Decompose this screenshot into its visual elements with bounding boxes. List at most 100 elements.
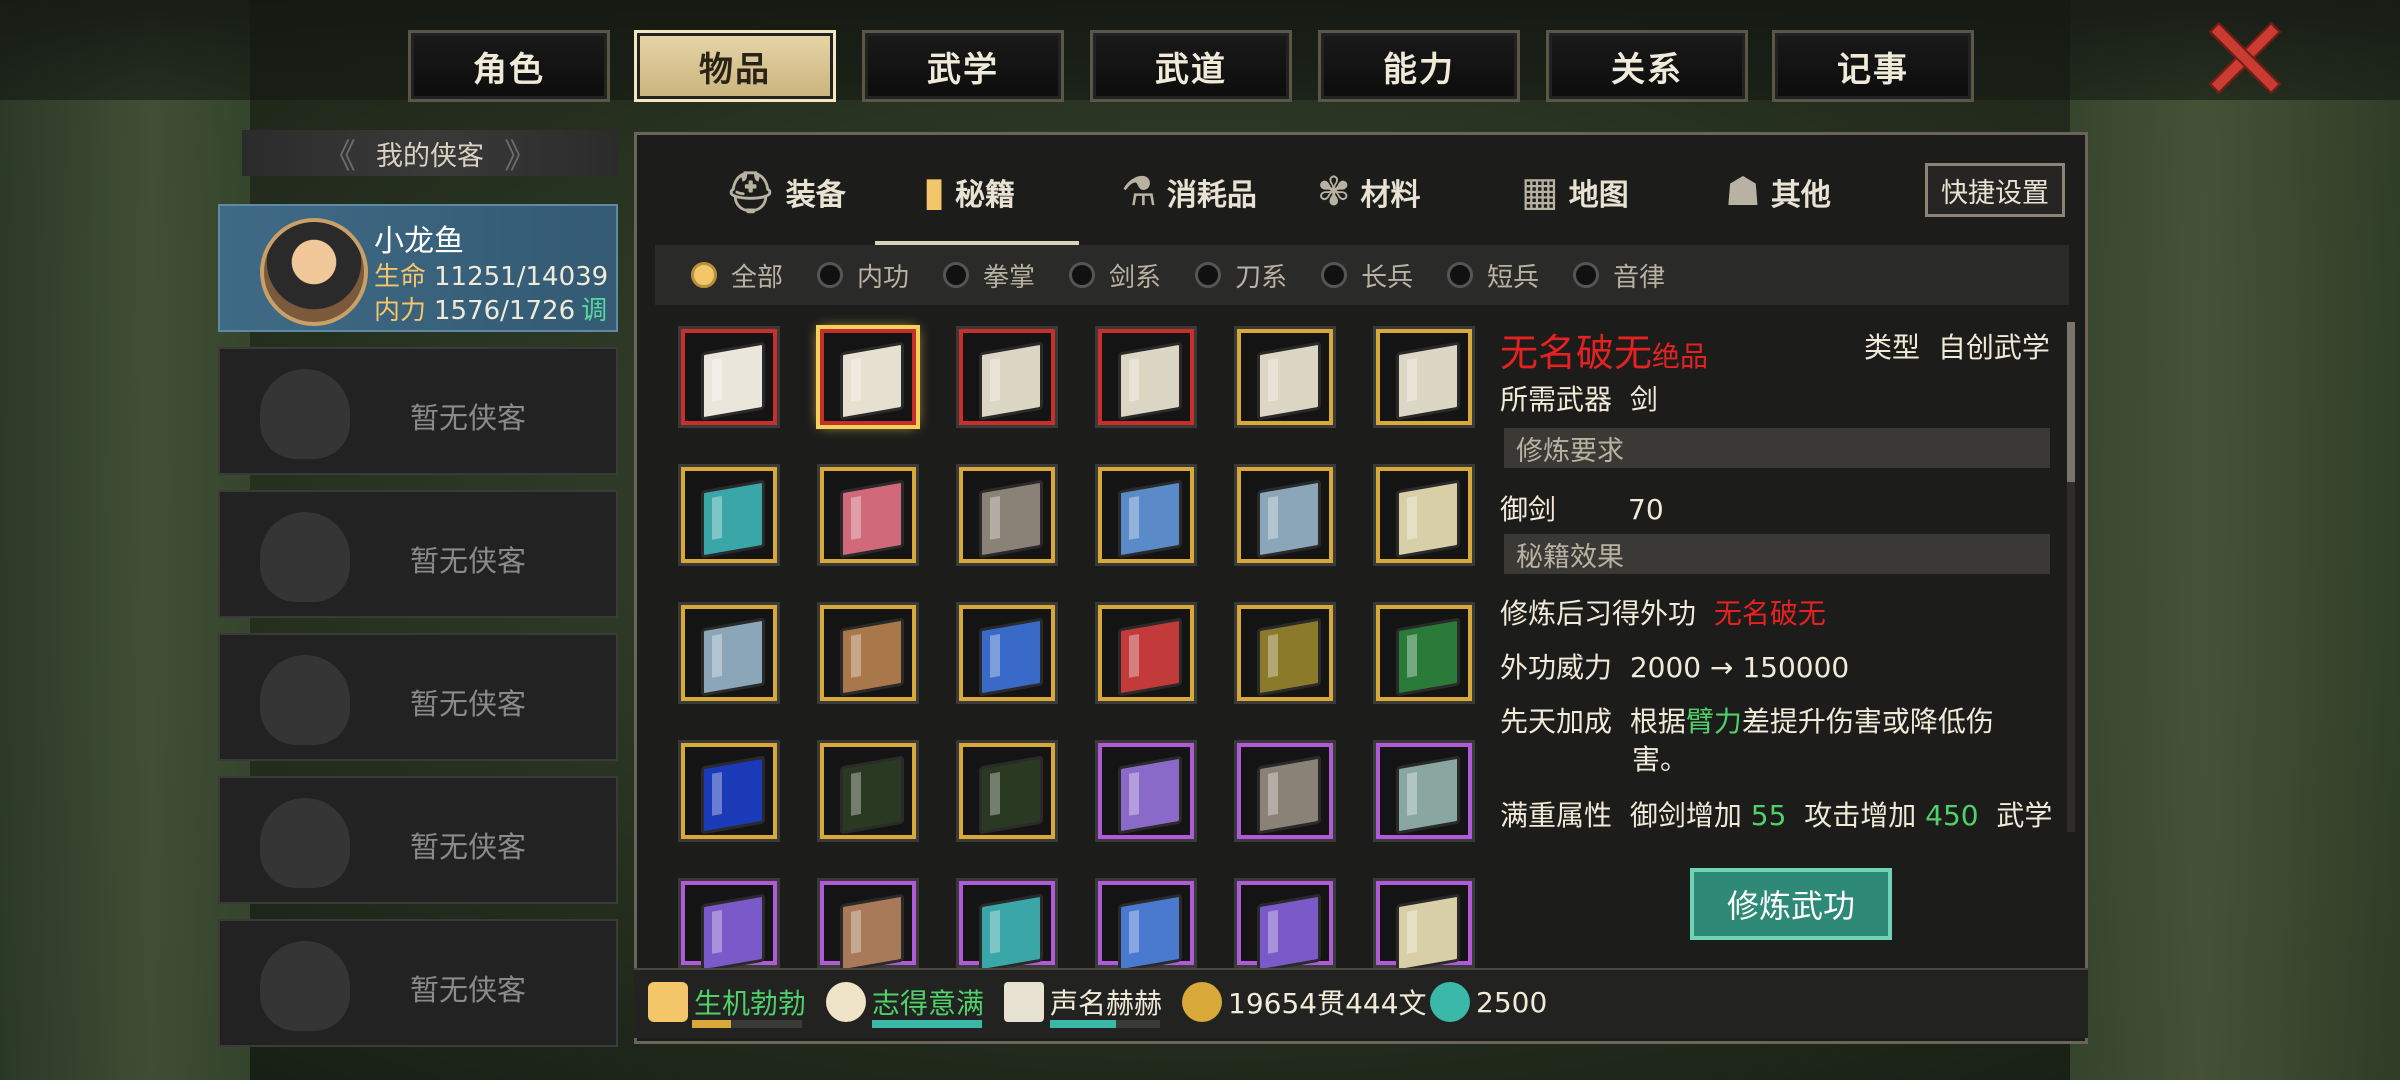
vitality-bar (692, 1020, 802, 1028)
tab-character[interactable]: 角色 (408, 30, 610, 102)
full-a-value: 55 (1750, 799, 1787, 832)
inventory-slot[interactable] (1098, 605, 1194, 701)
gem-status: 2500 (1430, 982, 1547, 1022)
category-equipment[interactable]: ⛑ 装备 (725, 157, 846, 227)
quick-settings-button[interactable]: 快捷设置 (1925, 163, 2065, 217)
inventory-slot[interactable] (820, 881, 916, 973)
inventory-slot[interactable] (820, 467, 916, 563)
inventory-slot[interactable] (1237, 329, 1333, 425)
full-label: 满重属性 (1500, 799, 1613, 832)
learn-label: 修炼后习得外功 (1500, 597, 1697, 630)
inventory-slot[interactable] (681, 329, 777, 425)
filter-short-weapon[interactable]: 短兵 (1447, 257, 1539, 294)
inventory-slot[interactable] (681, 743, 777, 839)
inventory-slot[interactable] (820, 743, 916, 839)
tab-journal[interactable]: 记事 (1772, 30, 1974, 102)
inventory-slot[interactable] (1376, 467, 1472, 563)
face-icon (826, 982, 866, 1022)
inventory-slot[interactable] (1376, 881, 1472, 973)
tab-relations[interactable]: 关系 (1546, 30, 1748, 102)
manual-book-icon (979, 755, 1043, 835)
hero-card-empty[interactable]: 暂无侠客 (218, 347, 618, 475)
inventory-slot[interactable] (820, 605, 916, 701)
hero-card-active[interactable]: 小龙鱼 生命 11251/14039 内力 1576/1726 调 (218, 204, 618, 332)
hero-card-empty[interactable]: 暂无侠客 (218, 490, 618, 618)
filter-fist[interactable]: 拳掌 (943, 257, 1035, 294)
inventory-slot[interactable] (1098, 743, 1194, 839)
learn-value: 无名破无 (1713, 597, 1826, 630)
inventory-slot[interactable] (820, 329, 916, 425)
train-martial-art-button[interactable]: 修炼武功 (1690, 868, 1892, 940)
inventory-slot[interactable] (959, 743, 1055, 839)
inventory-slot[interactable] (1237, 467, 1333, 563)
manual-book-icon (840, 893, 904, 973)
category-label: 秘籍 (955, 178, 1016, 213)
filter-polearm[interactable]: 长兵 (1321, 257, 1413, 294)
category-consumables[interactable]: ⚗ 消耗品 (1121, 157, 1257, 227)
inventory-slot[interactable] (1098, 329, 1194, 425)
tab-abilities[interactable]: 能力 (1318, 30, 1520, 102)
item-title: 无名破无绝品 (1500, 322, 1708, 377)
full-b: 攻击增加 (1804, 799, 1917, 832)
inventory-slot[interactable] (1376, 743, 1472, 839)
manual-book-icon (1396, 341, 1460, 421)
radio-icon (1573, 262, 1600, 288)
detail-scrollbar[interactable] (2067, 322, 2075, 832)
effects-section: 秘籍效果 (1504, 534, 2050, 574)
category-label: 材料 (1360, 178, 1421, 213)
filter-music[interactable]: 音律 (1573, 257, 1665, 294)
empty-avatar-icon (260, 369, 350, 459)
filter-label: 剑系 (1109, 262, 1162, 293)
inventory-slot[interactable] (681, 467, 777, 563)
inventory-slot[interactable] (1237, 605, 1333, 701)
inventory-slot[interactable] (959, 881, 1055, 973)
inventory-slot[interactable] (1098, 881, 1194, 973)
full-c: 武学 (1996, 799, 2053, 832)
inventory-slot[interactable] (959, 329, 1055, 425)
manual-book-icon (1118, 479, 1182, 559)
jade-icon (1430, 982, 1470, 1022)
tab-martial-way[interactable]: 武道 (1090, 30, 1292, 102)
category-manuals[interactable]: ▮ 秘籍 (923, 157, 1015, 227)
radio-icon (691, 262, 717, 288)
power-value: 2000 → 150000 (1629, 651, 1850, 684)
category-materials[interactable]: ✾ 材料 (1317, 157, 1421, 227)
tab-items[interactable]: 物品 (634, 30, 836, 102)
inventory-slot[interactable] (1237, 881, 1333, 973)
full-a: 御剑增加 (1629, 799, 1742, 832)
inventory-slot[interactable] (1376, 329, 1472, 425)
filter-all[interactable]: 全部 (691, 257, 783, 294)
category-other[interactable]: ☗ 其他 (1725, 157, 1831, 227)
inventory-slot[interactable] (1237, 743, 1333, 839)
muscle-icon (648, 982, 688, 1022)
innate-label: 先天加成 (1500, 705, 1613, 738)
inventory-slot[interactable] (959, 605, 1055, 701)
filter-internal[interactable]: 内功 (817, 257, 909, 294)
hero-card-empty[interactable]: 暂无侠客 (218, 633, 618, 761)
filter-label: 刀系 (1235, 262, 1288, 293)
empty-hero-label: 暂无侠客 (410, 401, 527, 435)
inventory-slot[interactable] (959, 467, 1055, 563)
manual-book-icon (840, 341, 904, 421)
filter-label: 长兵 (1361, 262, 1414, 293)
mp-value: 1576/1726 (434, 296, 576, 326)
item-name: 无名破无 (1500, 331, 1653, 375)
manual-book-icon (979, 617, 1043, 697)
inventory-slot[interactable] (1098, 467, 1194, 563)
coin-icon (1182, 982, 1222, 1022)
vitality-label: 生机勃勃 (694, 987, 807, 1020)
fame-label: 声名赫赫 (1050, 987, 1163, 1020)
hero-card-empty[interactable]: 暂无侠客 (218, 776, 618, 904)
category-maps[interactable]: ▦ 地图 (1521, 157, 1629, 227)
inventory-slot[interactable] (1376, 605, 1472, 701)
tab-martial-arts[interactable]: 武学 (862, 30, 1064, 102)
tune-button[interactable]: 调 (581, 296, 607, 326)
inventory-slot[interactable] (681, 605, 777, 701)
filter-blade[interactable]: 刀系 (1195, 257, 1287, 294)
close-icon[interactable] (2204, 18, 2280, 94)
hero-card-empty[interactable]: 暂无侠客 (218, 919, 618, 1047)
mp-label: 内力 (374, 296, 427, 326)
scrollbar-thumb[interactable] (2067, 322, 2075, 482)
filter-sword[interactable]: 剑系 (1069, 257, 1161, 294)
inventory-slot[interactable] (681, 881, 777, 973)
